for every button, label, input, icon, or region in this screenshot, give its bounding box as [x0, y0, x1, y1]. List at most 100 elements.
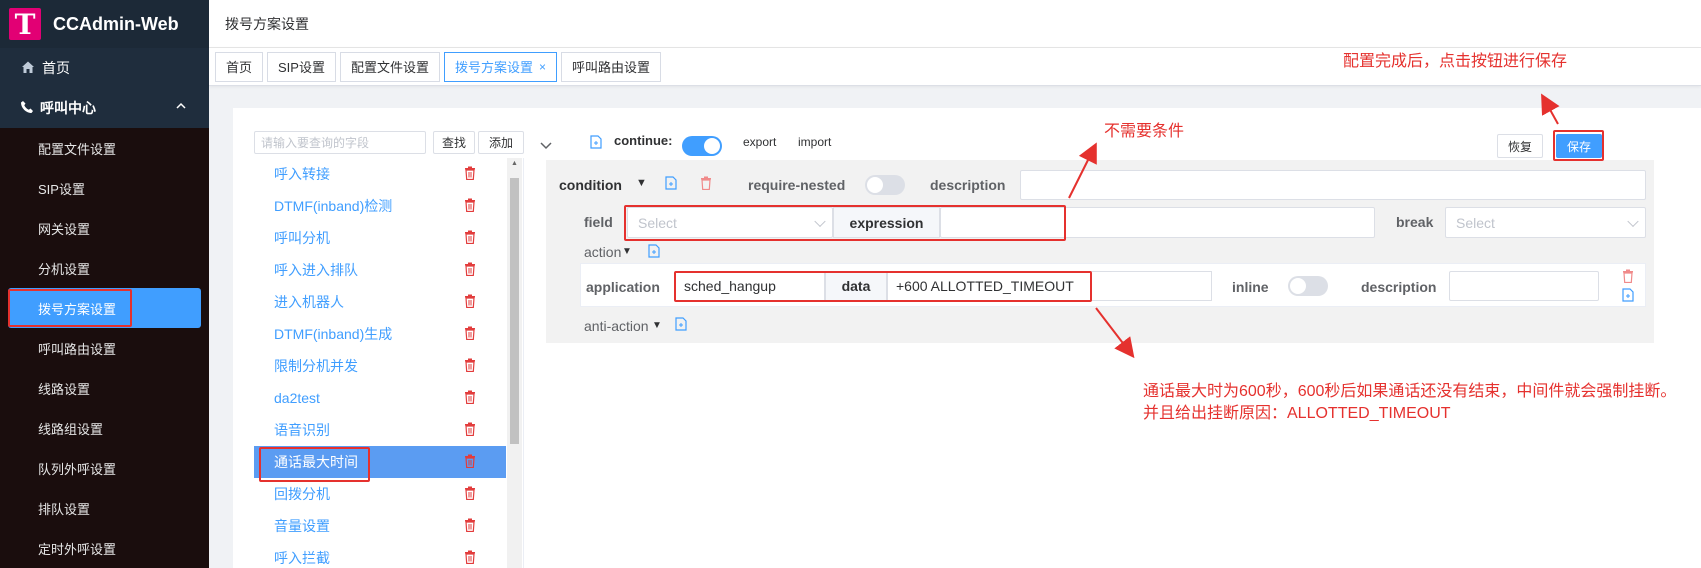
add-file-icon[interactable] [590, 135, 602, 149]
action-description-input[interactable] [1449, 271, 1599, 301]
trash-icon[interactable] [464, 422, 476, 436]
add-button[interactable]: 添加 [478, 131, 524, 154]
chevron-up-icon [175, 100, 187, 115]
add-file-icon[interactable] [665, 176, 677, 190]
dialplan-list: 呼入转接 DTMF(inband)检测 呼叫分机 呼入进入排队 进入机器人 DT… [254, 158, 506, 568]
trash-icon[interactable] [1622, 269, 1634, 283]
sidebar-group-call-center[interactable]: 呼叫中心 [0, 88, 209, 128]
trash-icon[interactable] [464, 198, 476, 212]
list-item[interactable]: 回拨分机 [254, 478, 506, 510]
list-item[interactable]: 呼叫分机 [254, 222, 506, 254]
sidebar-item-queue-outbound-settings[interactable]: 队列外呼设置 [0, 448, 209, 488]
list-item[interactable]: 音量设置 [254, 510, 506, 542]
brand-logo: T [9, 8, 41, 41]
annotation-save-hint: 配置完成后，点击按钮进行保存 [1343, 53, 1568, 70]
list-item[interactable]: DTMF(inband)生成 [254, 318, 506, 350]
caret-down-icon[interactable]: ▼ [622, 246, 632, 257]
tab-dialplan-settings[interactable]: 拨号方案设置 × [444, 51, 558, 82]
toggle-knob [1290, 278, 1306, 294]
add-file-icon[interactable] [675, 317, 687, 331]
trash-icon[interactable] [464, 518, 476, 532]
breadcrumb: 拨号方案设置 [209, 0, 1701, 48]
chevron-down-icon [1627, 215, 1639, 227]
trash-icon[interactable] [464, 358, 476, 372]
brand: T CCAdmin-Web [0, 0, 209, 48]
condition-description-input[interactable] [1020, 170, 1646, 200]
list-item-label: 呼入拦截 [274, 550, 330, 566]
anti-action-label: anti-action [584, 318, 649, 334]
require-nested-toggle[interactable] [865, 175, 905, 195]
caret-down-icon[interactable]: ▼ [636, 177, 647, 189]
search-input[interactable]: 请输入要查询的字段 [254, 131, 426, 154]
list-item[interactable]: 进入机器人 [254, 286, 506, 318]
annotation-timeout-line2: 并且给出挂断原因：ALLOTTED_TIMEOUT [1143, 405, 1451, 422]
trash-icon[interactable] [464, 230, 476, 244]
trash-icon[interactable] [464, 326, 476, 340]
trash-icon[interactable] [464, 294, 476, 308]
breadcrumb-current: 拨号方案设置 [225, 15, 309, 32]
sidebar-item-trunk-group-settings[interactable]: 线路组设置 [0, 408, 209, 448]
brand-title: CCAdmin-Web [53, 13, 179, 34]
scroll-thumb[interactable] [510, 178, 519, 444]
list-item[interactable]: 呼入转接 [254, 158, 506, 190]
break-select[interactable]: Select [1445, 207, 1646, 238]
sidebar-item-sip-settings[interactable]: SIP设置 [0, 168, 209, 208]
trash-icon[interactable] [700, 176, 712, 190]
export-link[interactable]: export [743, 135, 776, 149]
tab-sip-settings[interactable]: SIP设置 [267, 51, 336, 82]
list-item-label: 音量设置 [274, 518, 330, 534]
list-item-label: 呼叫分机 [274, 230, 330, 246]
scroll-up-icon[interactable]: ▲ [511, 160, 518, 167]
add-file-icon[interactable] [1622, 288, 1634, 302]
trash-icon[interactable] [464, 166, 476, 180]
import-link[interactable]: import [798, 135, 831, 149]
sidebar-item-home[interactable]: 首页 [0, 48, 209, 88]
list-item-label: da2test [274, 390, 320, 406]
sidebar-item-gateway-settings[interactable]: 网关设置 [0, 208, 209, 248]
trash-icon[interactable] [464, 390, 476, 404]
tab-home[interactable]: 首页 [215, 51, 264, 82]
tab-profile-settings[interactable]: 配置文件设置 [339, 51, 440, 82]
inline-toggle[interactable] [1288, 276, 1328, 296]
sidebar-item-scheduled-outbound-settings[interactable]: 定时外呼设置 [0, 528, 209, 568]
sidebar-item-label: 首页 [42, 60, 70, 76]
trash-icon[interactable] [464, 486, 476, 500]
list-item[interactable]: da2test [254, 382, 506, 414]
list-item-label: 进入机器人 [274, 294, 344, 310]
restore-button[interactable]: 恢复 [1497, 134, 1543, 158]
trash-icon[interactable] [464, 454, 476, 468]
list-scrollbar[interactable]: ▲ [507, 158, 522, 568]
list-item-label: DTMF(inband)检测 [274, 198, 393, 214]
annotation-timeout-line1: 通话最大时为600秒，600秒后如果通话还没有结束，中间件就会强制挂断。 [1143, 383, 1677, 400]
require-nested-label: require-nested [748, 177, 846, 193]
sidebar-item-profile-settings[interactable]: 配置文件设置 [0, 128, 209, 168]
condition-label: condition [559, 177, 622, 193]
list-item[interactable]: 呼入进入排队 [254, 254, 506, 286]
sidebar-item-trunk-settings[interactable]: 线路设置 [0, 368, 209, 408]
tab-route-settings[interactable]: 呼叫路由设置 [561, 51, 662, 82]
trash-icon[interactable] [464, 262, 476, 276]
list-item[interactable]: 呼入拦截 [254, 542, 506, 568]
toggle-knob [704, 138, 720, 154]
search-button[interactable]: 查找 [433, 131, 475, 154]
add-file-icon[interactable] [648, 244, 660, 258]
list-item-label: DTMF(inband)生成 [274, 326, 393, 342]
list-item[interactable]: DTMF(inband)检测 [254, 190, 506, 222]
toggle-knob [867, 177, 883, 193]
application-label: application [586, 279, 660, 295]
list-item[interactable]: 限制分机并发 [254, 350, 506, 382]
trash-icon[interactable] [464, 550, 476, 564]
continue-toggle[interactable] [682, 136, 722, 156]
chevron-down-icon[interactable] [539, 138, 553, 154]
highlight-list-item [259, 447, 370, 482]
description-label: description [930, 177, 1006, 193]
sidebar-submenu: 配置文件设置 SIP设置 网关设置 分机设置 拨号方案设置 呼叫路由设置 线路设… [0, 128, 209, 568]
close-icon[interactable]: × [539, 60, 546, 74]
tab-label: 拨号方案设置 [455, 60, 534, 75]
annotation-no-condition: 不需要条件 [1104, 123, 1185, 140]
caret-down-icon[interactable]: ▼ [652, 320, 662, 331]
sidebar-item-route-settings[interactable]: 呼叫路由设置 [0, 328, 209, 368]
list-item[interactable]: 语音识别 [254, 414, 506, 446]
sidebar-item-extension-settings[interactable]: 分机设置 [0, 248, 209, 288]
sidebar-item-queue-settings[interactable]: 排队设置 [0, 488, 209, 528]
